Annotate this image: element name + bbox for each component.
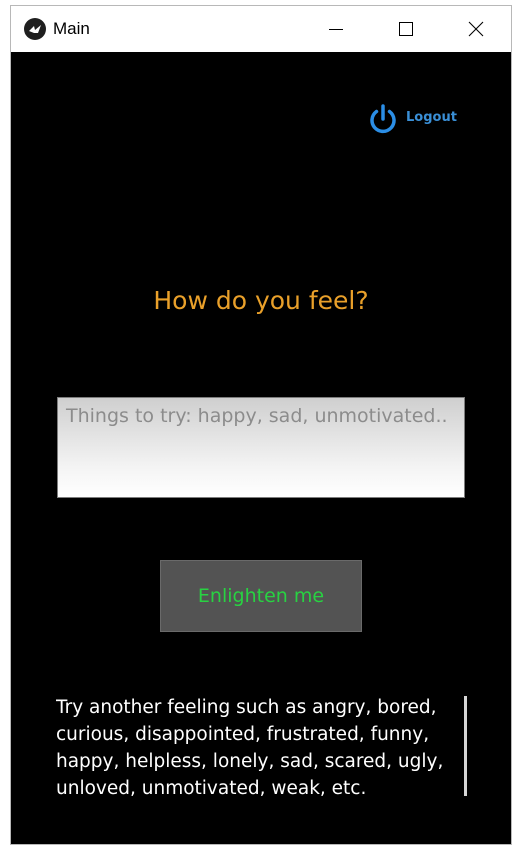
maximize-icon: [399, 22, 413, 36]
feeling-input[interactable]: [57, 397, 465, 498]
title-bar[interactable]: Main: [11, 6, 511, 52]
app-window: Main Logout How do you feel? Things to t…: [10, 5, 512, 845]
window-title: Main: [53, 19, 90, 38]
enlighten-button[interactable]: Enlighten me: [160, 560, 362, 632]
minimize-button[interactable]: [301, 6, 371, 52]
main-screen: Logout How do you feel? Enlighten me Try…: [11, 52, 511, 844]
page-title: How do you feel?: [153, 286, 369, 315]
maximize-button[interactable]: [371, 6, 441, 52]
logout-label: Logout: [406, 110, 457, 125]
kivy-logo-icon: [24, 18, 46, 40]
close-icon: [468, 21, 484, 37]
hint-scroll-area[interactable]: Try another feeling such as angry, bored…: [56, 694, 467, 798]
power-icon: [370, 104, 396, 134]
logout-button[interactable]: Logout: [366, 102, 466, 136]
minimize-icon: [329, 29, 343, 30]
hint-text: Try another feeling such as angry, bored…: [56, 697, 444, 798]
scrollbar[interactable]: [464, 696, 467, 796]
close-button[interactable]: [441, 6, 511, 52]
